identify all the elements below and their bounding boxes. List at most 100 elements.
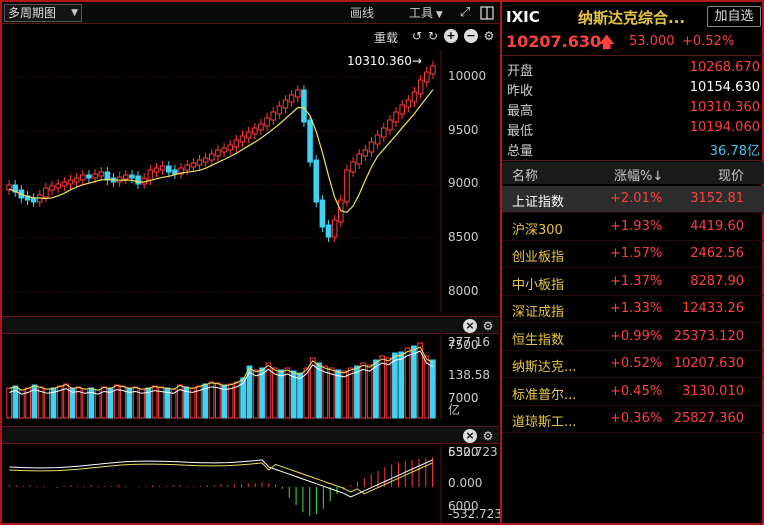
candle-body bbox=[55, 183, 61, 189]
candle-body bbox=[417, 79, 424, 95]
table-row[interactable]: 道琼斯工... +0.36% 25827.360 bbox=[502, 406, 764, 433]
macd-pane-header: × ⚙ bbox=[2, 426, 499, 444]
index-change-pct: +0.45% bbox=[610, 383, 663, 399]
index-price: 3152.81 bbox=[690, 191, 744, 206]
gear-icon[interactable]: ⚙ bbox=[481, 429, 495, 443]
volume-bar bbox=[392, 352, 398, 419]
last-price: 10207.630 bbox=[506, 32, 602, 51]
add-watchlist-button[interactable]: 加自选 bbox=[707, 6, 761, 27]
candle-body bbox=[313, 159, 319, 203]
volume-bar bbox=[6, 387, 13, 419]
candle-body bbox=[80, 174, 86, 181]
candle-body bbox=[282, 99, 289, 109]
index-change-pct: +1.57% bbox=[610, 246, 663, 261]
volume-bar bbox=[379, 355, 386, 419]
candle-body bbox=[196, 159, 203, 166]
candlestick-chart[interactable] bbox=[2, 50, 442, 312]
stat-label: 总量 bbox=[507, 144, 534, 159]
draw-line-label: 画线 bbox=[350, 6, 375, 20]
undo-icon[interactable]: ↺ bbox=[410, 29, 424, 43]
index-price: 2462.56 bbox=[690, 246, 744, 261]
axis-tick-label: 9500 bbox=[448, 122, 479, 137]
table-row[interactable]: 纳斯达克... +0.52% 10207.630 bbox=[502, 351, 764, 378]
close-icon[interactable]: × bbox=[463, 429, 477, 443]
candle-body bbox=[245, 131, 252, 139]
period-select[interactable]: 多周期图 ▼ bbox=[4, 4, 82, 22]
candle-body bbox=[129, 174, 135, 179]
table-row[interactable]: 上证指数 +2.01% 3152.81 bbox=[502, 186, 764, 213]
gear-icon[interactable]: ⚙ bbox=[481, 319, 495, 333]
ticker-name: 纳斯达克综合... bbox=[578, 9, 686, 27]
table-row[interactable]: 创业板指 +1.57% 2462.56 bbox=[502, 241, 764, 268]
zoom-out-icon[interactable]: − bbox=[464, 29, 478, 43]
stat-label: 最高 bbox=[507, 104, 534, 119]
index-price: 3130.010 bbox=[681, 383, 744, 399]
index-change-pct: +2.01% bbox=[610, 191, 663, 206]
candle-body bbox=[202, 157, 209, 163]
tools-menu-button[interactable]: 工具 ▼ bbox=[409, 5, 443, 23]
axis-tick-label: 532.723 bbox=[448, 445, 498, 459]
col-name-header[interactable]: 名称 bbox=[512, 165, 538, 184]
gear-icon[interactable]: ⚙ bbox=[482, 29, 496, 43]
refresh-icon[interactable]: ↻ bbox=[426, 29, 440, 43]
volume-bar bbox=[328, 367, 335, 419]
chart-subbar: 重载 ↺ ↻ + − ⚙ bbox=[2, 26, 499, 46]
candle-body bbox=[362, 149, 369, 157]
stat-value: 10194.060 bbox=[689, 120, 760, 135]
table-row[interactable]: 标准普尔... +0.45% 3130.010 bbox=[502, 379, 764, 406]
table-row[interactable]: 深证成指 +1.33% 12433.26 bbox=[502, 296, 764, 323]
candle-body bbox=[135, 175, 141, 185]
draw-line-button[interactable]: 画线 bbox=[350, 5, 374, 21]
candle-body bbox=[184, 164, 190, 171]
axis-tick-label: -532.723 bbox=[448, 507, 502, 521]
divider bbox=[502, 160, 764, 161]
candle-body bbox=[215, 149, 221, 157]
candle-body bbox=[264, 117, 270, 127]
volume-bar bbox=[335, 369, 341, 419]
macd-chart[interactable] bbox=[2, 445, 442, 523]
volume-bar bbox=[429, 359, 436, 419]
stat-value: 10268.670 bbox=[689, 60, 760, 75]
index-price: 8287.90 bbox=[690, 273, 744, 289]
candle-body bbox=[43, 187, 49, 198]
index-name: 沪深300 bbox=[512, 222, 563, 238]
col-pct-header[interactable]: 涨幅%↓ bbox=[614, 165, 663, 184]
axis-tick-label: 8500 bbox=[448, 230, 479, 245]
layout-icon[interactable] bbox=[479, 5, 495, 21]
volume-bar bbox=[322, 365, 329, 419]
chart-toolbar: 多周期图 ▼ 画线 工具 ▼ ⤢ bbox=[2, 2, 499, 24]
candle-body bbox=[405, 99, 412, 108]
expand-icon[interactable]: ⤢ bbox=[457, 5, 473, 21]
volume-chart[interactable] bbox=[2, 335, 442, 419]
candle-body bbox=[258, 123, 264, 131]
tools-menu-label: 工具 bbox=[409, 6, 434, 20]
candle-body bbox=[98, 171, 104, 177]
candle-body bbox=[393, 111, 399, 123]
candle-body bbox=[350, 161, 356, 173]
candle-body bbox=[239, 135, 246, 143]
zoom-in-icon[interactable]: + bbox=[444, 29, 458, 43]
stat-value: 10310.360 bbox=[689, 100, 760, 115]
candle-body bbox=[270, 111, 276, 121]
table-row[interactable]: 中小板指 +1.37% 8287.90 bbox=[502, 269, 764, 296]
candle-body bbox=[387, 119, 393, 131]
candle-body bbox=[159, 165, 166, 171]
candle-body bbox=[301, 89, 307, 123]
price-change-pct: +0.52% bbox=[682, 34, 735, 49]
table-row[interactable]: 沪深300 +1.93% 4419.60 bbox=[502, 214, 764, 241]
candle-body bbox=[331, 219, 338, 238]
axis-tick-label: 9000 bbox=[448, 176, 479, 191]
col-price-header[interactable]: 现价 bbox=[718, 165, 744, 184]
reload-button[interactable]: 重载 bbox=[374, 29, 398, 46]
axis-tick-label: 8000 bbox=[448, 283, 479, 298]
index-change-pct: +1.33% bbox=[610, 301, 663, 316]
table-row[interactable]: 恒生指数 +0.99% 25373.120 bbox=[502, 324, 764, 351]
candle-body bbox=[147, 169, 154, 181]
candle-body bbox=[319, 199, 326, 228]
arrow-up-icon: 🡅 bbox=[599, 33, 615, 51]
stat-value: 10154.630 bbox=[689, 80, 760, 95]
close-icon[interactable]: × bbox=[463, 319, 477, 333]
volume-bar bbox=[385, 357, 392, 419]
volume-bar bbox=[290, 370, 297, 419]
axis-tick-label: 138.58 bbox=[448, 368, 490, 382]
